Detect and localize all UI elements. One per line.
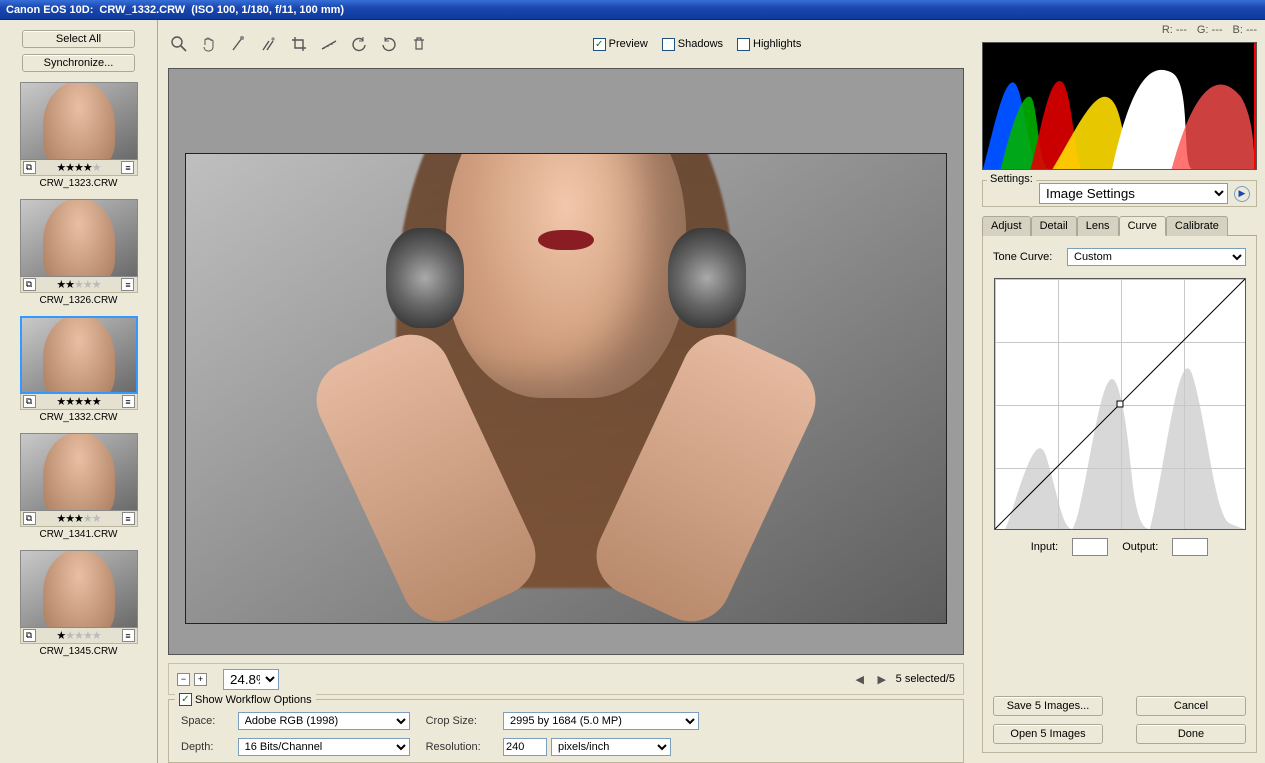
depth-label: Depth: — [181, 741, 222, 753]
resolution-label: Resolution: — [426, 741, 487, 753]
crop-select[interactable]: 2995 by 1684 (5.0 MP) — [503, 712, 699, 730]
thumbnail-name: CRW_1341.CRW — [20, 527, 138, 544]
space-select[interactable]: Adobe RGB (1998) — [238, 712, 410, 730]
rating[interactable]: ★★★★★ — [56, 395, 100, 408]
thumbnail[interactable]: ⧉ ★★★★★ ≡ CRW_1341.CRW — [20, 433, 138, 544]
rating[interactable]: ★★★★★ — [56, 512, 100, 525]
curve-editor[interactable] — [994, 278, 1246, 530]
white-balance-icon[interactable] — [228, 33, 250, 55]
settings-badge-icon: ≡ — [121, 278, 134, 291]
tab-calibrate[interactable]: Calibrate — [1166, 216, 1228, 236]
save-images-button[interactable]: Save 5 Images... — [993, 696, 1103, 716]
input-value — [1072, 538, 1108, 556]
resolution-unit-select[interactable]: pixels/inch — [551, 738, 671, 756]
tab-strip: Adjust Detail Lens Curve Calibrate — [982, 215, 1257, 236]
thumbnail[interactable]: ⧉ ★★★★★ ≡ CRW_1323.CRW — [20, 82, 138, 193]
zoom-in-button[interactable]: + — [194, 673, 207, 686]
thumbnail-name: CRW_1345.CRW — [20, 644, 138, 661]
rgb-b: B: --- — [1233, 24, 1257, 36]
crop-label: Crop Size: — [426, 715, 487, 727]
tab-curve[interactable]: Curve — [1119, 216, 1166, 236]
crop-badge-icon: ⧉ — [23, 395, 36, 408]
shadows-checkbox[interactable]: Shadows — [662, 38, 723, 51]
rating[interactable]: ★★★★★ — [56, 161, 100, 174]
done-button[interactable]: Done — [1136, 724, 1246, 744]
preview-canvas[interactable] — [168, 68, 964, 655]
rating[interactable]: ★★★★★ — [56, 278, 100, 291]
thumbnail-name: CRW_1326.CRW — [20, 293, 138, 310]
crop-badge-icon: ⧉ — [23, 161, 36, 174]
rotate-cw-icon[interactable] — [378, 33, 400, 55]
rating[interactable]: ★★★★★ — [56, 629, 100, 642]
output-value — [1172, 538, 1208, 556]
tone-curve-label: Tone Curve: — [993, 251, 1061, 263]
rgb-r: R: --- — [1162, 24, 1187, 36]
settings-badge-icon: ≡ — [122, 629, 135, 642]
zoom-icon[interactable] — [168, 33, 190, 55]
tab-adjust[interactable]: Adjust — [982, 216, 1031, 236]
crop-badge-icon: ⧉ — [23, 629, 36, 642]
settings-badge-icon: ≡ — [121, 161, 134, 174]
preview-checkbox[interactable]: ✓Preview — [593, 38, 648, 51]
crop-badge-icon: ⧉ — [23, 512, 36, 525]
output-label: Output: — [1122, 541, 1158, 553]
synchronize-button[interactable]: Synchronize... — [22, 54, 135, 72]
depth-select[interactable]: 16 Bits/Channel — [238, 738, 410, 756]
resolution-input[interactable] — [503, 738, 547, 756]
workflow-options: ✓Show Workflow Options Space: Adobe RGB … — [168, 699, 964, 763]
thumbnail-name: CRW_1323.CRW — [20, 176, 138, 193]
thumbnail[interactable]: ⧉ ★★★★★ ≡ CRW_1332.CRW — [20, 316, 138, 427]
space-label: Space: — [181, 715, 222, 727]
title-bar: Canon EOS 10D: CRW_1332.CRW (ISO 100, 1/… — [0, 0, 1265, 20]
thumbnail[interactable]: ⧉ ★★★★★ ≡ CRW_1345.CRW — [20, 550, 138, 661]
zoom-out-button[interactable]: − — [177, 673, 190, 686]
crop-icon[interactable] — [288, 33, 310, 55]
title-file: CRW_1332.CRW — [99, 4, 185, 16]
settings-panel: R: --- G: --- B: --- Settings: Image Set… — [974, 20, 1265, 763]
zoom-select[interactable]: 24.8% — [223, 669, 279, 690]
workflow-checkbox[interactable]: ✓ — [179, 693, 192, 706]
input-label: Input: — [1031, 541, 1059, 553]
straighten-icon[interactable] — [318, 33, 340, 55]
select-all-button[interactable]: Select All — [22, 30, 135, 48]
settings-label: Settings: — [987, 173, 1036, 185]
preview-panel: ✓Preview Shadows Highlights − + — [158, 20, 974, 763]
highlights-checkbox[interactable]: Highlights — [737, 38, 801, 51]
settings-badge-icon: ≡ — [122, 395, 135, 408]
trash-icon[interactable] — [408, 33, 430, 55]
next-image-button[interactable]: ▶ — [874, 671, 890, 687]
prev-image-button[interactable]: ◀ — [852, 671, 868, 687]
tone-curve-select[interactable]: Custom — [1067, 248, 1246, 266]
tab-lens[interactable]: Lens — [1077, 216, 1119, 236]
toolbar: ✓Preview Shadows Highlights — [168, 20, 964, 68]
crop-badge-icon: ⧉ — [23, 278, 36, 291]
thumbnail-name: CRW_1332.CRW — [20, 410, 138, 427]
rotate-ccw-icon[interactable] — [348, 33, 370, 55]
color-sampler-icon[interactable] — [258, 33, 280, 55]
settings-select[interactable]: Image Settings — [1039, 183, 1228, 204]
tab-detail[interactable]: Detail — [1031, 216, 1077, 236]
curve-panel: Tone Curve: Custom Input: Output: — [982, 236, 1257, 753]
selection-status: 5 selected/5 — [896, 673, 955, 685]
title-camera: Canon EOS 10D: — [6, 4, 93, 16]
title-exposure: (ISO 100, 1/180, f/11, 100 mm) — [191, 4, 344, 16]
open-images-button[interactable]: Open 5 Images — [993, 724, 1103, 744]
settings-menu-button[interactable]: ▶ — [1234, 186, 1250, 202]
hand-icon[interactable] — [198, 33, 220, 55]
rgb-g: G: --- — [1197, 24, 1223, 36]
settings-badge-icon: ≡ — [122, 512, 135, 525]
cancel-button[interactable]: Cancel — [1136, 696, 1246, 716]
filmstrip-panel: Select All Synchronize... ⧉ ★★★★★ ≡ CRW_132… — [0, 20, 158, 763]
filmstrip[interactable]: ⧉ ★★★★★ ≡ CRW_1323.CRW ⧉ ★★★★★ ≡ CRW_1326.CRW ⧉ ★… — [12, 82, 145, 755]
histogram — [982, 42, 1257, 170]
thumbnail[interactable]: ⧉ ★★★★★ ≡ CRW_1326.CRW — [20, 199, 138, 310]
